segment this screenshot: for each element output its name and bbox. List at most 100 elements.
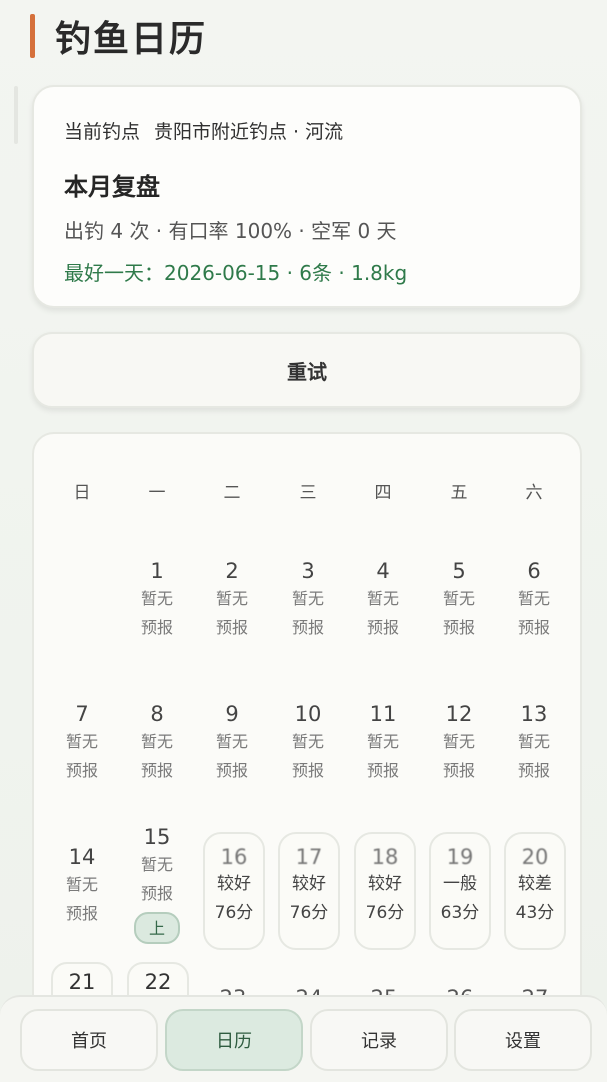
calendar-day[interactable]: 6 暂无 预报 xyxy=(503,558,565,676)
calendar-day[interactable]: 2 暂无 预报 xyxy=(201,558,263,676)
weekday-sun: 日 xyxy=(73,483,91,503)
page-header: 钓鱼日历 xyxy=(30,12,207,60)
day-rating: 较好 xyxy=(368,874,402,894)
side-scroll-marker xyxy=(14,86,18,144)
day-score: 76分 xyxy=(214,903,254,923)
calendar-day[interactable]: 9 暂无 预报 xyxy=(201,701,263,819)
day-status: 暂无 xyxy=(65,732,98,751)
day-score: 43分 xyxy=(515,903,555,923)
day-status: 暂无 xyxy=(366,732,399,751)
day-status: 暂无 xyxy=(291,589,324,608)
day-number: 2 xyxy=(225,559,239,583)
calendar-card: 日 一 二 三 四 五 六 1 暂无 预报 2 暂无 预报 3 暂无 预报 4 … xyxy=(32,432,582,1072)
day-number: 12 xyxy=(445,702,473,726)
day-number: 1 xyxy=(150,559,164,583)
day-forecast: 预报 xyxy=(517,618,550,637)
calendar-day[interactable]: 8 暂无 预报 xyxy=(126,701,188,819)
day-number: 7 xyxy=(75,702,89,726)
nav-settings[interactable]: 设置 xyxy=(454,1009,592,1071)
calendar-day[interactable]: 11 暂无 预报 xyxy=(352,701,414,819)
day-number: 17 xyxy=(295,845,323,869)
day-number: 20 xyxy=(521,845,549,869)
day-forecast: 预报 xyxy=(215,761,248,780)
day-number: 16 xyxy=(220,845,248,869)
day-number: 3 xyxy=(301,559,315,583)
calendar-day[interactable]: 10 暂无 预报 xyxy=(277,701,339,819)
nav-calendar[interactable]: 日历 xyxy=(165,1009,303,1071)
day-number: 14 xyxy=(68,845,96,869)
calendar-day[interactable]: 5 暂无 预报 xyxy=(428,558,490,676)
calendar-day-today[interactable]: 15 暂无 预报 上 xyxy=(126,824,188,952)
day-status: 暂无 xyxy=(442,589,475,608)
calendar-day-scored[interactable]: 20 较差 43分 xyxy=(504,832,566,950)
calendar-day[interactable]: 12 暂无 预报 xyxy=(428,701,490,819)
current-spot-line: 当前钓点 贵阳市附近钓点 · 河流 xyxy=(64,117,343,144)
bottom-navigation: 首页 日历 记录 设置 xyxy=(0,995,607,1082)
monthly-summary-card: 当前钓点 贵阳市附近钓点 · 河流 本月复盘 出钓 4 次 · 有口率 100% … xyxy=(32,85,582,308)
day-number: 8 xyxy=(150,702,164,726)
day-number: 13 xyxy=(520,702,548,726)
weekday-wed: 三 xyxy=(299,483,317,503)
day-status: 暂无 xyxy=(140,589,173,608)
day-forecast: 预报 xyxy=(140,761,173,780)
current-spot-value: 贵阳市附近钓点 · 河流 xyxy=(154,121,344,143)
day-forecast: 预报 xyxy=(442,761,475,780)
today-badge: 上 xyxy=(134,912,180,944)
calendar-day-scored[interactable]: 17 较好 76分 xyxy=(278,832,340,950)
day-status: 暂无 xyxy=(366,589,399,608)
calendar-day-scored[interactable]: 19 一般 63分 xyxy=(429,832,491,950)
day-rating: 一般 xyxy=(443,874,477,894)
current-spot-label: 当前钓点 xyxy=(64,121,141,143)
weekday-tue: 二 xyxy=(223,483,241,503)
day-forecast: 预报 xyxy=(291,618,324,637)
day-rating: 较差 xyxy=(518,874,552,894)
day-forecast: 预报 xyxy=(65,761,98,780)
calendar-day[interactable]: 1 暂无 预报 xyxy=(126,558,188,676)
day-number: 4 xyxy=(376,559,390,583)
weekday-thu: 四 xyxy=(374,483,392,503)
day-number: 9 xyxy=(225,702,239,726)
nav-records[interactable]: 记录 xyxy=(310,1009,448,1071)
day-status: 暂无 xyxy=(442,732,475,751)
calendar-day[interactable]: 7 暂无 预报 xyxy=(51,701,113,819)
calendar-day[interactable]: 3 暂无 预报 xyxy=(277,558,339,676)
retry-button[interactable]: 重试 xyxy=(32,332,582,408)
day-status: 暂无 xyxy=(140,855,173,874)
calendar-day[interactable]: 4 暂无 预报 xyxy=(352,558,414,676)
best-day-line: 最好一天：2026-06-15 · 6条 · 1.8kg xyxy=(64,261,408,285)
day-number: 5 xyxy=(452,559,466,583)
day-forecast: 预报 xyxy=(140,884,173,903)
day-status: 暂无 xyxy=(517,732,550,751)
title-accent-bar xyxy=(30,14,35,58)
review-stats: 出钓 4 次 · 有口率 100% · 空军 0 天 xyxy=(64,219,397,243)
page-title: 钓鱼日历 xyxy=(55,19,208,60)
day-forecast: 预报 xyxy=(140,618,173,637)
weekday-fri: 五 xyxy=(450,483,468,503)
day-status: 暂无 xyxy=(215,589,248,608)
weekday-sat: 六 xyxy=(525,483,543,503)
day-forecast: 预报 xyxy=(366,618,399,637)
day-number: 6 xyxy=(527,559,541,583)
day-status: 暂无 xyxy=(65,875,98,894)
day-score: 76分 xyxy=(289,903,329,923)
day-forecast: 预报 xyxy=(366,761,399,780)
day-forecast: 预报 xyxy=(517,761,550,780)
day-number: 10 xyxy=(294,702,322,726)
calendar-day[interactable]: 13 暂无 预报 xyxy=(503,701,565,819)
weekday-mon: 一 xyxy=(148,483,166,503)
calendar-day-scored[interactable]: 18 较好 76分 xyxy=(354,832,416,950)
day-status: 暂无 xyxy=(215,732,248,751)
calendar-day[interactable]: 14 暂无 预报 xyxy=(51,844,113,962)
day-number: 11 xyxy=(369,702,397,726)
review-title: 本月复盘 xyxy=(64,173,160,201)
calendar-day-scored[interactable]: 16 较好 76分 xyxy=(203,832,265,950)
day-status: 暂无 xyxy=(517,589,550,608)
day-rating: 较好 xyxy=(217,874,251,894)
day-forecast: 预报 xyxy=(65,904,98,923)
day-status: 暂无 xyxy=(140,732,173,751)
day-score: 63分 xyxy=(440,903,480,923)
day-score: 76分 xyxy=(365,903,405,923)
nav-home[interactable]: 首页 xyxy=(20,1009,158,1071)
day-forecast: 预报 xyxy=(291,761,324,780)
day-number: 15 xyxy=(143,825,171,849)
